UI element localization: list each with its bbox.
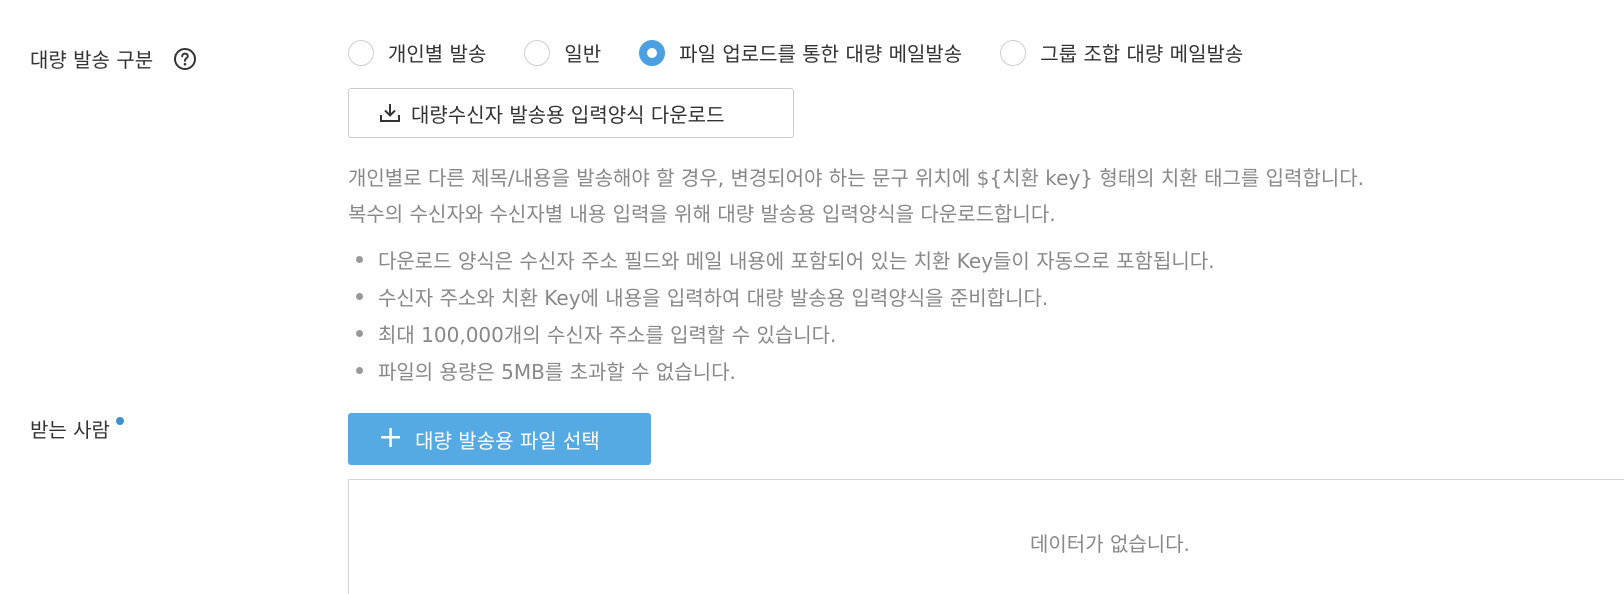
question-circle-icon[interactable]	[173, 47, 197, 71]
list-item-text: 수신자 주소와 치환 Key에 내용을 입력하여 대량 발송용 입력양식을 준비…	[378, 286, 1049, 310]
radio-circle-checked[interactable]	[639, 39, 666, 66]
list-item: 수신자 주소와 치환 Key에 내용을 입력하여 대량 발송용 입력양식을 준비…	[348, 278, 1215, 315]
radio-circle-unchecked[interactable]	[348, 39, 374, 66]
list-item-text: 파일의 용량은 5MB를 초과할 수 없습니다.	[378, 360, 736, 384]
send-type-label-row: 대량 발송 구분	[30, 44, 197, 73]
description-line: 복수의 수신자와 수신자별 내용 입력을 위해 대량 발송용 입력양식을 다운로…	[348, 202, 1056, 226]
list-item: 최대 100,000개의 수신자 주소를 입력할 수 있습니다.	[348, 315, 1215, 352]
select-file-button-label: 대량 발송용 파일 선택	[415, 428, 600, 453]
send-type-radio-group: 개인별 발송 일반 파일 업로드를 통한 대량 메일발송 그룹 조합 대량 메일…	[348, 38, 1281, 67]
download-icon	[380, 104, 400, 122]
bulk-send-form: 대량 발송 구분 개인별 발송 일반 파일 업로드를 통한 대량 메일발송 그룹…	[0, 0, 1624, 594]
radio-group-combination[interactable]: 그룹 조합 대량 메일발송	[1000, 38, 1243, 67]
radio-circle-unchecked[interactable]	[1000, 39, 1027, 66]
description: 개인별로 다른 제목/내용을 발송해야 할 경우, 변경되어야 하는 문구 위치…	[348, 160, 1364, 232]
recipient-data-table	[348, 479, 1624, 594]
radio-general[interactable]: 일반	[524, 38, 601, 67]
instruction-list: 다운로드 양식은 수신자 주소 필드와 메일 내용에 포함되어 있는 치환 Ke…	[348, 241, 1215, 389]
recipient-label: 받는 사람	[30, 418, 110, 442]
radio-label: 일반	[564, 42, 602, 66]
recipient-label-row: 받는 사람	[30, 414, 124, 443]
list-item-text: 최대 100,000개의 수신자 주소를 입력할 수 있습니다.	[378, 323, 837, 347]
radio-circle-unchecked[interactable]	[524, 39, 551, 66]
select-bulk-file-button[interactable]: + 대량 발송용 파일 선택	[348, 413, 651, 465]
radio-individual[interactable]: 개인별 발송	[348, 38, 486, 67]
bullet-icon	[356, 367, 363, 374]
radio-label: 그룹 조합 대량 메일발송	[1040, 42, 1244, 66]
download-button-label: 대량수신자 발송용 입력양식 다운로드	[411, 102, 725, 127]
plus-icon: +	[378, 420, 404, 455]
radio-dot	[647, 47, 658, 58]
radio-file-upload[interactable]: 파일 업로드를 통한 대량 메일발송	[639, 38, 962, 67]
download-template-button[interactable]: 대량수신자 발송용 입력양식 다운로드	[348, 88, 794, 138]
empty-state-text: 데이터가 없습니다.	[1030, 532, 1190, 556]
radio-label: 개인별 발송	[388, 42, 487, 66]
bullet-icon	[356, 330, 363, 337]
bullet-icon	[356, 256, 363, 263]
list-item: 파일의 용량은 5MB를 초과할 수 없습니다.	[348, 352, 1215, 389]
radio-label: 파일 업로드를 통한 대량 메일발송	[679, 42, 963, 66]
bullet-icon	[356, 293, 363, 300]
send-type-label: 대량 발송 구분	[30, 48, 154, 72]
description-line: 개인별로 다른 제목/내용을 발송해야 할 경우, 변경되어야 하는 문구 위치…	[348, 166, 1364, 190]
list-item-text: 다운로드 양식은 수신자 주소 필드와 메일 내용에 포함되어 있는 치환 Ke…	[378, 249, 1215, 273]
required-indicator	[115, 416, 124, 425]
list-item: 다운로드 양식은 수신자 주소 필드와 메일 내용에 포함되어 있는 치환 Ke…	[348, 241, 1215, 278]
